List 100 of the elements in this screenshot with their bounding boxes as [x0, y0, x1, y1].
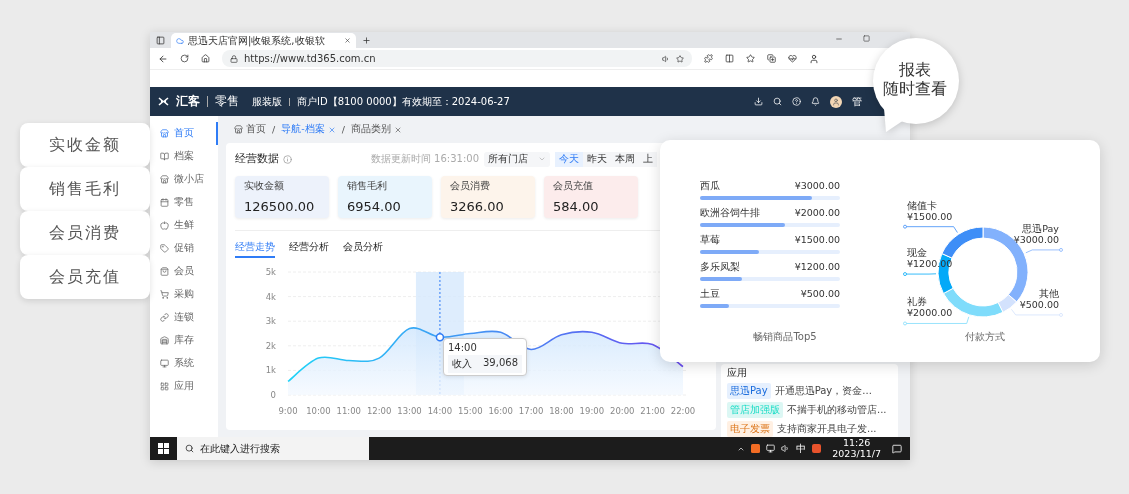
- slice-value: ¥1500.00: [907, 210, 953, 222]
- sidebar-item[interactable]: 库存: [150, 329, 218, 352]
- bell-icon[interactable]: [811, 97, 820, 106]
- ime-indicator[interactable]: 中: [796, 441, 807, 456]
- logo-text: 汇客: [176, 93, 200, 110]
- period-tab[interactable]: 今天: [555, 151, 583, 167]
- product-name: 欧洲谷饲牛排: [700, 207, 760, 220]
- back-icon[interactable]: [158, 53, 168, 64]
- split-view-icon[interactable]: [725, 54, 734, 63]
- analysis-tab[interactable]: 经营分析: [289, 240, 329, 258]
- chart-caption: 畅销商品Top5: [753, 330, 817, 344]
- windows-logo-icon[interactable]: [158, 443, 169, 454]
- axis-label: 18:00: [549, 406, 574, 416]
- breadcrumb[interactable]: 首页: [234, 123, 266, 136]
- menu-icon: [160, 221, 169, 230]
- address-bar[interactable]: https://www.td365.com.cn: [222, 50, 692, 67]
- taskbar-clock[interactable]: 11:26 2023/11/7: [832, 438, 881, 459]
- slice-label: 礼券: [907, 296, 927, 308]
- read-aloud-icon[interactable]: [662, 54, 670, 63]
- browser-tab[interactable]: 思迅天店官网|收银系统,收银软: [171, 33, 356, 48]
- product-name: 土豆: [700, 288, 720, 301]
- reload-icon[interactable]: [180, 54, 189, 63]
- product-name: 多乐凤梨: [700, 261, 740, 274]
- favorites-icon[interactable]: [746, 54, 755, 63]
- axis-label: 9:00: [278, 406, 298, 416]
- star-icon[interactable]: [676, 54, 684, 63]
- menu-icon: [160, 382, 169, 391]
- period-tab[interactable]: 昨天: [583, 151, 611, 167]
- collections-icon[interactable]: [767, 54, 776, 63]
- sidebar-item[interactable]: 系统: [150, 352, 218, 375]
- breadcrumb[interactable]: 商品类别: [350, 123, 402, 136]
- update-time: 数据更新时间 16:31:00: [370, 152, 479, 166]
- slice-label: 储值卡: [907, 199, 937, 211]
- download-icon[interactable]: [754, 97, 763, 106]
- callout-card: 会员消费: [20, 211, 150, 255]
- store-select[interactable]: 所有门店: [484, 151, 550, 167]
- health-icon[interactable]: [788, 54, 797, 63]
- axis-label: 0: [270, 390, 276, 400]
- merchant-info: 商户ID【8100 0000】有效期至：2024-06-27: [297, 94, 510, 109]
- sidebar-item[interactable]: 会员: [150, 260, 218, 283]
- product-amount: ¥1200.00: [794, 261, 840, 274]
- tooltip-value: 39,068: [483, 357, 518, 370]
- network-icon[interactable]: [766, 444, 776, 453]
- taskbar-search[interactable]: 在此键入进行搜索: [177, 437, 369, 460]
- sidebar-item[interactable]: 采购: [150, 283, 218, 306]
- app-icon[interactable]: [812, 444, 822, 453]
- sidebar-item[interactable]: 微小店: [150, 168, 218, 191]
- leader-line: [1025, 248, 1063, 254]
- period-tab[interactable]: 本周: [611, 151, 639, 167]
- sidebar-item[interactable]: 零售: [150, 191, 218, 214]
- sidebar-item[interactable]: 生鲜: [150, 214, 218, 237]
- extensions-icon[interactable]: [704, 54, 713, 63]
- product-amount: ¥2000.00: [794, 207, 840, 220]
- volume-icon[interactable]: [781, 444, 791, 453]
- leader-line: [903, 316, 970, 326]
- logo-icon: [158, 97, 169, 106]
- menu-icon: [160, 290, 169, 299]
- tooltip-label: 收入: [452, 357, 472, 371]
- period-tab[interactable]: 上: [639, 151, 657, 167]
- avatar[interactable]: [830, 95, 842, 108]
- axis-label: 20:00: [610, 406, 635, 416]
- notification-icon[interactable]: [892, 443, 902, 454]
- cloud-icon: [176, 36, 184, 45]
- callout-card: 销售毛利: [20, 167, 150, 211]
- analysis-tab[interactable]: 会员分析: [343, 240, 383, 258]
- axis-label: 10:00: [306, 406, 331, 416]
- close-icon[interactable]: [393, 125, 402, 134]
- bubble-text: 报表: [898, 60, 931, 80]
- app-tag[interactable]: 思迅Pay: [727, 383, 771, 399]
- search-icon[interactable]: [773, 97, 782, 106]
- menu-icon: [160, 198, 169, 207]
- app-icon[interactable]: [751, 444, 761, 453]
- sidebar-item[interactable]: 应用: [150, 375, 218, 398]
- sidebar-item[interactable]: 档案: [150, 145, 218, 168]
- product-name: 草莓: [700, 234, 720, 247]
- maximize-icon[interactable]: [863, 34, 870, 42]
- home-icon[interactable]: [201, 54, 210, 63]
- product-name: 西瓜: [700, 180, 720, 193]
- menu-icon: [160, 129, 169, 138]
- profile-icon[interactable]: [809, 53, 819, 64]
- slice-label: 现金: [907, 247, 927, 259]
- data-point: [435, 332, 445, 342]
- edition-label: 服装版: [252, 94, 282, 109]
- breadcrumb[interactable]: 导航-档案: [281, 123, 336, 136]
- axis-label: 3k: [265, 316, 276, 327]
- sidebar-toggle-icon[interactable]: [156, 35, 165, 45]
- sidebar-item[interactable]: 促销: [150, 237, 218, 260]
- help-icon[interactable]: [792, 97, 801, 106]
- metric-label: 会员消费: [450, 180, 491, 193]
- close-icon[interactable]: [344, 37, 351, 44]
- sidebar-item[interactable]: 连锁: [150, 306, 218, 329]
- new-tab-icon[interactable]: [362, 35, 371, 45]
- breadcrumb-separator: /: [341, 124, 345, 135]
- product-amount: ¥500.00: [800, 288, 840, 301]
- user-name[interactable]: 管: [852, 94, 862, 109]
- person-icon: [832, 97, 840, 106]
- store-icon: [234, 125, 243, 134]
- section-title: 应用: [727, 367, 748, 380]
- analysis-tab[interactable]: 经营走势: [235, 240, 275, 258]
- chart-caption: 付款方式: [965, 330, 1005, 344]
